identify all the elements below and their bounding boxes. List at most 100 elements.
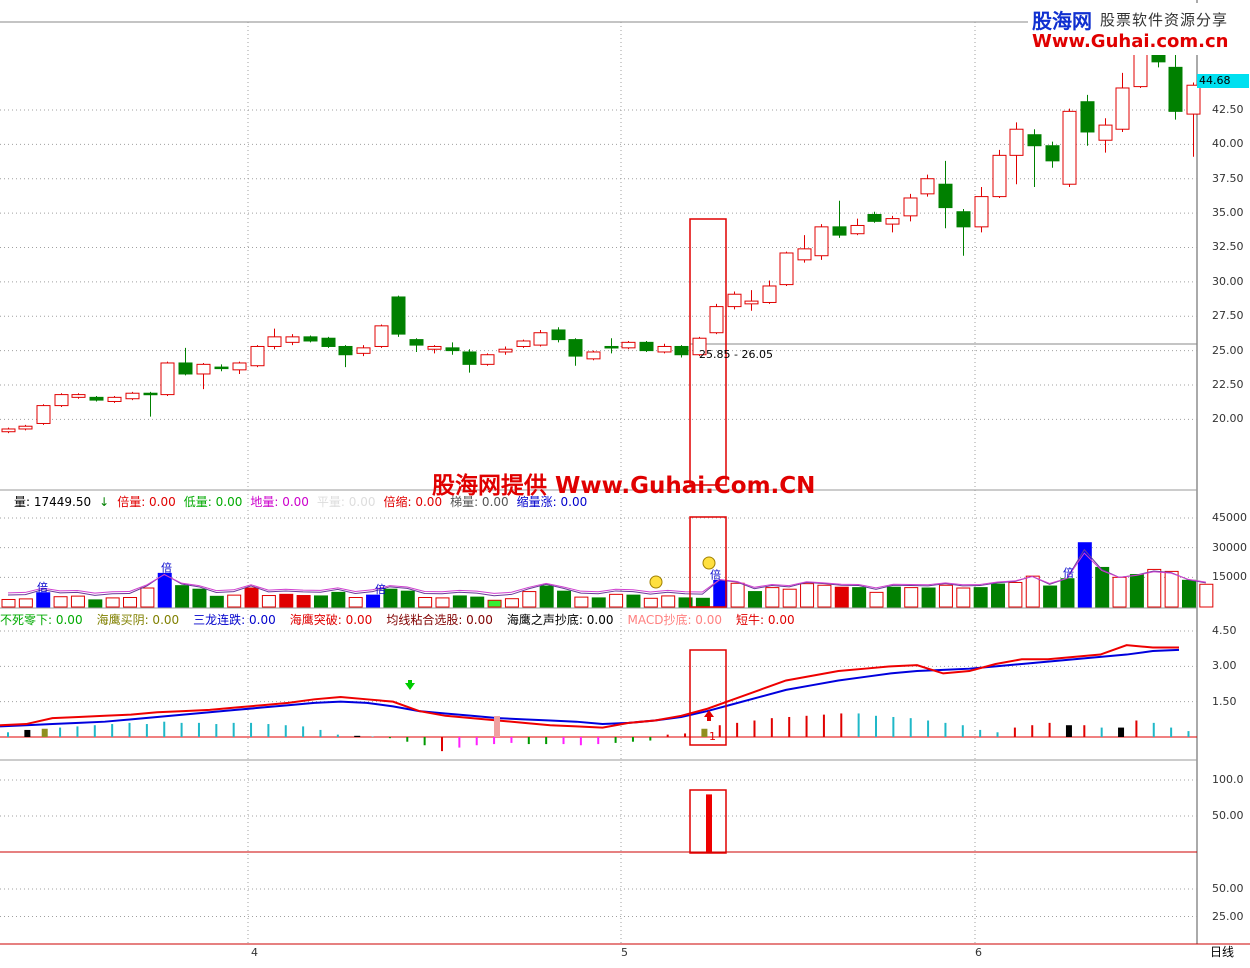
candle-body — [993, 155, 1006, 196]
volume-bar — [783, 589, 796, 607]
indicator-histogram-bar — [129, 723, 131, 737]
volume-bar — [1200, 584, 1213, 607]
indicator-histogram-bar — [788, 717, 790, 737]
volume-bar — [37, 593, 50, 607]
indicator-histogram-bar — [771, 718, 773, 737]
indicator-histogram-bar — [840, 713, 842, 737]
indicator-histogram-bar — [267, 724, 269, 737]
indicator-histogram-bar — [1153, 723, 1155, 737]
indicator-histogram-bar — [198, 723, 200, 737]
candle-body — [392, 297, 405, 334]
indicator-histogram-bar — [215, 724, 217, 737]
signal-value-label: 1 — [709, 730, 716, 744]
indicator-histogram-bar — [632, 737, 634, 742]
smiley-icon — [650, 576, 662, 588]
indicator-histogram-bar — [1118, 728, 1124, 737]
signal-indicator-label: 三龙连跌: 0.00 — [193, 613, 276, 627]
indicator-histogram-bar — [910, 718, 912, 737]
candle-body — [161, 363, 174, 395]
price-tick-label: 20.00 — [1212, 412, 1244, 425]
candle-body — [304, 337, 317, 341]
volume-indicator-label: ↓ — [99, 495, 109, 509]
chart-stage[interactable]: 倍倍倍倍倍 42.5040.0037.5035.0032.5030.0027.5… — [0, 0, 1250, 964]
candle-body — [286, 337, 299, 343]
indicator-histogram-bar — [875, 716, 877, 737]
indicator-histogram-bar — [476, 737, 478, 745]
volume-bar — [766, 588, 779, 607]
candle-body — [1010, 129, 1023, 155]
volume-bar — [558, 591, 571, 607]
volume-bar — [297, 596, 310, 607]
volume-bar — [523, 592, 536, 607]
indicator-histogram-bar — [858, 713, 860, 737]
indicator-histogram-bar — [458, 737, 460, 748]
volume-bar — [210, 596, 223, 607]
candle-body — [428, 346, 441, 349]
volume-indicator-label: 倍量: 0.00 — [117, 495, 176, 509]
volume-indicator-label: 平量: 0.00 — [317, 495, 376, 509]
period-tab-daily[interactable]: 日线 — [1210, 945, 1234, 959]
candle-body — [55, 395, 68, 406]
candle-body — [1028, 135, 1041, 146]
candle-body — [357, 348, 370, 354]
indicator-tick-label: 1.50 — [1212, 695, 1237, 708]
volume-bar — [280, 594, 293, 607]
volume-bar — [1061, 579, 1074, 607]
volume-bar — [627, 595, 640, 607]
candle-body — [605, 346, 618, 348]
volume-bar — [853, 588, 866, 607]
volume-bar — [835, 587, 848, 607]
volume-bar — [540, 586, 553, 607]
volume-tick-label: 15000 — [1212, 570, 1247, 583]
indicator-histogram-bar — [823, 715, 825, 737]
candle-body — [939, 184, 952, 207]
indicator-histogram-bar — [493, 737, 495, 744]
indicator-histogram-bar — [354, 736, 360, 737]
indicator-histogram-bar — [545, 737, 547, 744]
indicator-histogram-bar — [233, 723, 235, 737]
indicator-histogram-bar — [424, 737, 426, 745]
site-logo: 股海网 股票软件资源分享 Www.Guhai.com.cn — [1028, 3, 1248, 55]
candle-body — [499, 349, 512, 352]
indicator-histogram-bar — [7, 732, 9, 737]
indicator-histogram-bar — [24, 730, 30, 737]
indicator-histogram-bar — [753, 721, 755, 737]
signal-indicator-header: 不死零下: 0.00海鹰买阴: 0.00三龙连跌: 0.00海鹰突破: 0.00… — [0, 609, 809, 623]
candle-body — [886, 219, 899, 225]
indicator-histogram-bar — [719, 725, 721, 737]
indicator-histogram-bar — [701, 729, 707, 737]
volume-bar — [610, 594, 623, 607]
candle-body — [1081, 102, 1094, 132]
signal-indicator-label: MACD抄底: 0.00 — [627, 613, 722, 627]
indicator-histogram-bar — [510, 737, 512, 743]
volume-bar — [1165, 571, 1178, 607]
price-tick-label: 37.50 — [1212, 172, 1244, 185]
candle-body — [622, 342, 635, 348]
candle-body — [1169, 67, 1182, 111]
volume-bar — [801, 584, 814, 607]
candle-body — [675, 346, 688, 354]
candle-body — [957, 212, 970, 227]
candle-body — [534, 333, 547, 345]
candle-body — [72, 395, 85, 398]
signal-indicator-label: 海鹰买阴: 0.00 — [97, 613, 180, 627]
price-tick-label: 25.00 — [1212, 344, 1244, 357]
indicator-histogram-bar — [337, 735, 339, 737]
volume-bar — [1096, 567, 1109, 607]
candle-body — [233, 363, 246, 370]
signal-indicator-label: 海鹰突破: 0.00 — [290, 613, 373, 627]
volume-bar — [714, 580, 727, 607]
indicator-histogram-bar — [42, 729, 48, 737]
indicator-histogram-bar — [319, 730, 321, 737]
volume-bar — [89, 600, 102, 607]
time-axis-label-4: 4 — [251, 946, 258, 960]
logo-slogan: 股票软件资源分享 — [1100, 9, 1228, 30]
volume-bar — [436, 598, 449, 607]
indicator-histogram-bar — [406, 737, 408, 742]
volume-bar — [71, 596, 84, 607]
indicator-histogram-bar — [285, 725, 287, 737]
candle-body — [587, 352, 600, 359]
volume-bar — [158, 573, 171, 607]
watermark-text: 股海网提供 Www.Guhai.Com.CN — [432, 466, 815, 500]
indicator-histogram-bar — [1049, 723, 1051, 737]
